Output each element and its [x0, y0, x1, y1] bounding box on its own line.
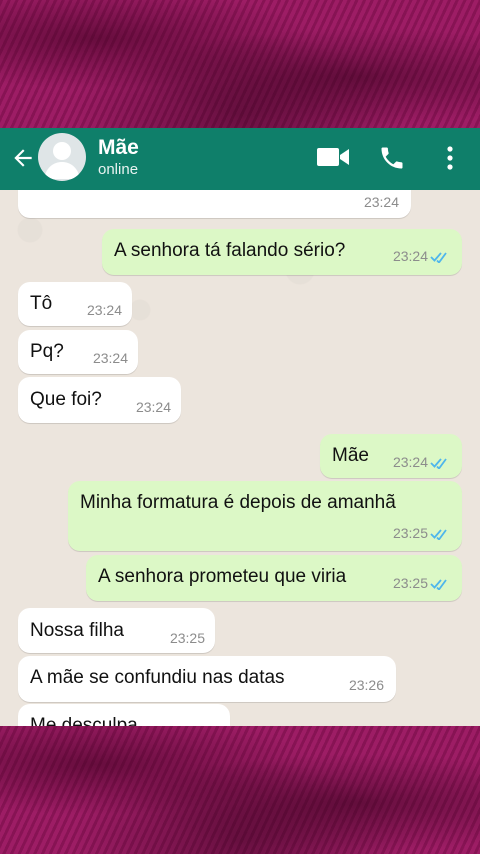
message-time: 23:24 [393, 248, 452, 264]
avatar-placeholder-icon [44, 142, 80, 179]
message-time: 23:24 [393, 454, 452, 470]
message-time-label: 23:25 [392, 525, 428, 541]
background-texture-top [0, 0, 480, 128]
message-outgoing[interactable]: Minha formatura é depois de amanhã 23:25 [68, 481, 462, 551]
video-call-icon[interactable] [316, 144, 350, 170]
avatar[interactable] [38, 133, 86, 181]
message-list[interactable]: 23:24 A senhora tá falando sério? 23:24 … [0, 190, 480, 726]
message-time-label: 23:25 [392, 575, 428, 591]
message-time: 23:24 [363, 194, 399, 210]
message-time-label: 23:24 [392, 454, 428, 470]
read-check-icon [430, 252, 447, 264]
read-check-icon [430, 529, 447, 541]
read-check-icon [430, 579, 447, 591]
message-incoming[interactable]: Que foi? 23:24 [18, 377, 181, 423]
message-outgoing[interactable]: Mãe 23:24 [320, 434, 462, 478]
contact-status: online [98, 161, 139, 178]
back-arrow-icon[interactable] [10, 145, 36, 171]
message-text: Pq? [30, 341, 64, 362]
message-text: Nossa filha [30, 620, 124, 641]
chat-header: Mãe online [0, 128, 480, 190]
message-time: 23:25 [169, 630, 205, 646]
message-time: 23:24 [86, 302, 122, 318]
message-time: 23:24 [92, 350, 128, 366]
background-texture-bottom [0, 726, 480, 854]
message-outgoing[interactable]: A senhora prometeu que viria 23:25 [86, 555, 462, 601]
message-incoming[interactable]: Me desculpa [18, 704, 230, 726]
message-text: Tô [30, 293, 53, 314]
message-time: 23:26 [348, 677, 384, 693]
message-time: 23:24 [135, 399, 171, 415]
chat-screen: Mãe online 23:24 A senhora tá falando sé… [0, 128, 480, 726]
message-text: Mãe [332, 445, 369, 466]
message-outgoing[interactable]: A senhora tá falando sério? 23:24 [102, 229, 462, 275]
read-check-icon [430, 458, 447, 470]
message-text: A senhora tá falando sério? [114, 240, 346, 261]
message-text: Minha formatura é depois de amanhã [80, 492, 396, 513]
message-time: 23:25 [393, 575, 452, 591]
message-text: Me desculpa [30, 715, 138, 726]
message-time: 23:25 [393, 525, 452, 541]
contact-name[interactable]: Mãe [98, 136, 139, 160]
message-time-label: 23:24 [392, 248, 428, 264]
more-options-icon[interactable] [440, 144, 460, 172]
message-incoming[interactable]: 23:24 [18, 190, 411, 218]
message-incoming[interactable]: Pq? 23:24 [18, 330, 138, 374]
message-incoming[interactable]: Tô 23:24 [18, 282, 132, 326]
message-incoming[interactable]: Nossa filha 23:25 [18, 608, 215, 653]
message-incoming[interactable]: A mãe se confundiu nas datas 23:26 [18, 656, 396, 702]
message-text: A mãe se confundiu nas datas [30, 667, 285, 688]
voice-call-icon[interactable] [378, 144, 406, 172]
message-text: Que foi? [30, 389, 102, 410]
message-text: A senhora prometeu que viria [98, 566, 347, 587]
